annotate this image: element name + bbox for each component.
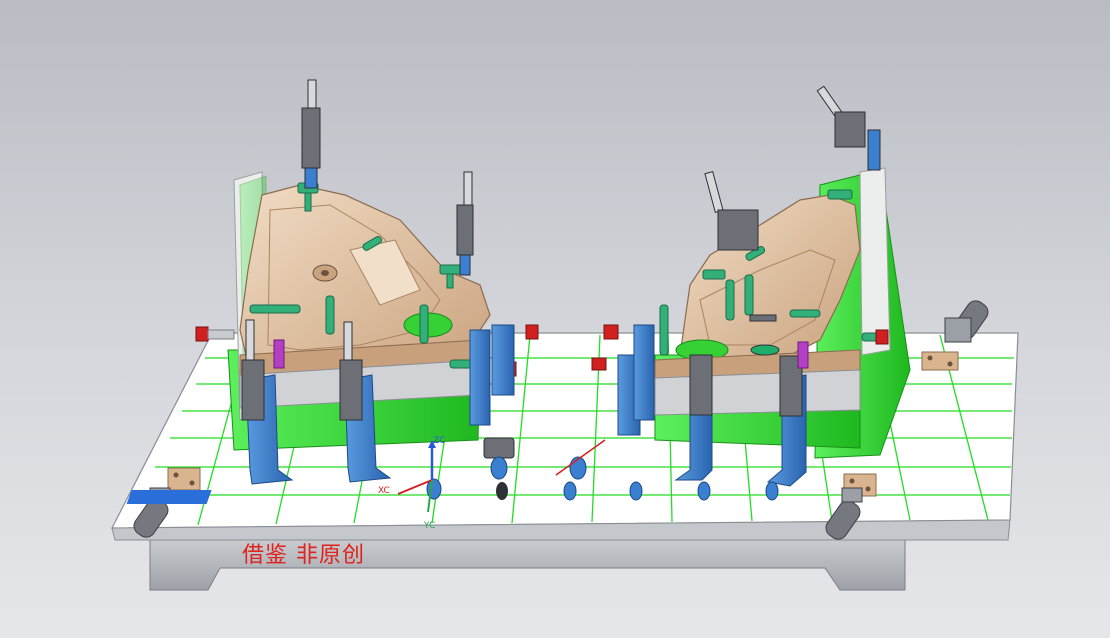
watermark-text: 借鉴 非原创: [242, 543, 365, 568]
xc-label: XC: [378, 486, 390, 496]
cad-viewport[interactable]: ZC XC YC 借鉴 非原创: [0, 0, 1110, 638]
fixture-model-scene[interactable]: ZC XC YC: [0, 0, 1110, 638]
zc-label: ZC: [433, 436, 445, 446]
left-part-panel: [239, 184, 491, 409]
yc-label: YC: [423, 521, 435, 531]
